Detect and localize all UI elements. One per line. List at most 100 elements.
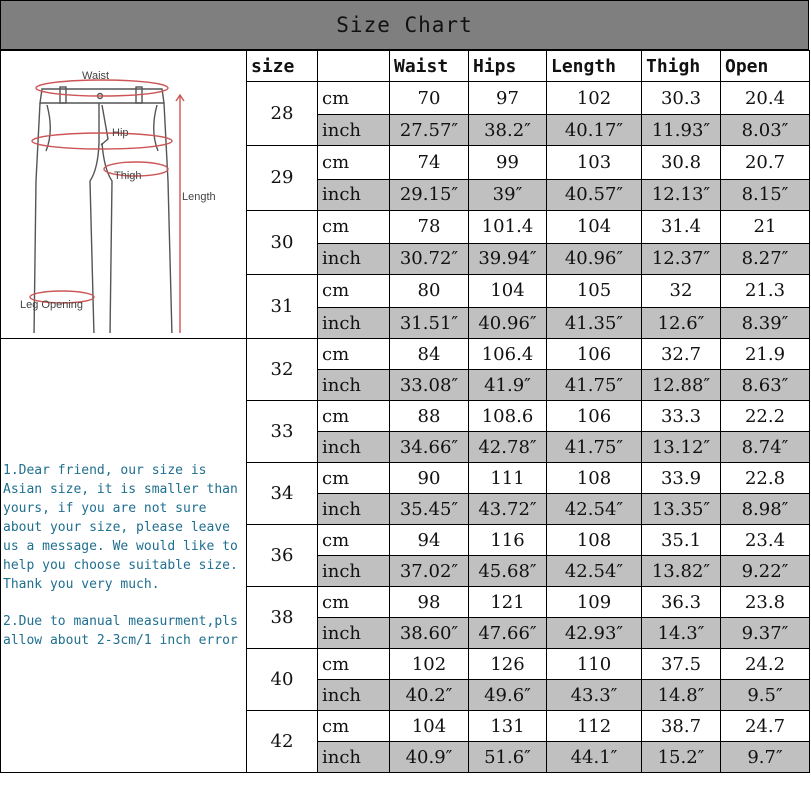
measurement-cell: 40.17″ [546, 114, 642, 147]
measurement-cell: 104 [468, 273, 547, 309]
table-row: 1.Dear friend, our size is Asian size, i… [0, 338, 810, 773]
measurement-cell: 51.6″ [468, 741, 547, 773]
unit-label: inch [317, 178, 390, 211]
measurement-cell: 116 [468, 524, 547, 556]
column-header: Length [546, 50, 642, 82]
measurement-cell: 11.93″ [641, 114, 721, 147]
measurement-cell: 109 [546, 586, 642, 618]
column-header: Hips [468, 50, 547, 82]
measurement-cell: 22.2 [720, 400, 810, 432]
column-header: Open [720, 50, 810, 82]
measurement-cell: 12.37″ [641, 242, 721, 275]
measurement-cell: 39.94″ [468, 242, 547, 275]
measurement-cell: 31.51″ [389, 307, 469, 339]
measurement-cell: 41.75″ [546, 369, 642, 401]
unit-label: inch [317, 114, 390, 147]
measurement-cell: 34.66″ [389, 431, 469, 463]
size-value: 40 [246, 648, 318, 711]
unit-label: inch [317, 493, 390, 525]
measurement-cell: 126 [468, 648, 547, 680]
measurement-cell: 21.9 [720, 338, 810, 370]
measurement-cell: 8.74″ [720, 431, 810, 463]
measurement-cell: 39″ [468, 178, 547, 211]
measurement-cell: 106 [546, 400, 642, 432]
measurement-cell: 111 [468, 462, 547, 494]
measurement-cell: 101.4 [468, 209, 547, 244]
measurement-cell: 8.15″ [720, 178, 810, 211]
size-value: 32 [246, 338, 318, 401]
measurement-cell: 43.72″ [468, 493, 547, 525]
measurement-cell: 35.1 [641, 524, 721, 556]
measurement-cell: 78 [389, 209, 469, 244]
measurement-cell: 9.22″ [720, 555, 810, 587]
measurement-cell: 44.1″ [546, 741, 642, 773]
note-text: 1.Dear friend, our size is Asian size, i… [3, 463, 238, 592]
measurement-cell: 74 [389, 145, 469, 180]
unit-label: cm [317, 462, 390, 494]
unit-label: inch [317, 369, 390, 401]
measurement-cell: 40.57″ [546, 178, 642, 211]
measurement-cell: 49.6″ [468, 679, 547, 711]
size-value: 31 [246, 273, 318, 340]
size-value: 30 [246, 209, 318, 275]
measurement-cell: 37.5 [641, 648, 721, 680]
measurement-cell: 47.66″ [468, 617, 547, 649]
measurement-cell: 29.15″ [389, 178, 469, 211]
measurement-cell: 43.3″ [546, 679, 642, 711]
measurement-cell: 36.3 [641, 586, 721, 618]
measurement-cell: 9.37″ [720, 617, 810, 649]
measurement-cell: 108 [546, 524, 642, 556]
unit-label: inch [317, 679, 390, 711]
measurement-cell: 12.88″ [641, 369, 721, 401]
unit-label: inch [317, 741, 390, 773]
measurement-cell: 12.6″ [641, 307, 721, 339]
measurement-cell: 38.60″ [389, 617, 469, 649]
measurement-cell: 22.8 [720, 462, 810, 494]
measurement-cell: 24.2 [720, 648, 810, 680]
measurement-cell: 105 [546, 273, 642, 309]
measurement-cell: 33.3 [641, 400, 721, 432]
measurement-cell: 24.7 [720, 710, 810, 742]
measurement-cell: 104 [546, 209, 642, 244]
measurement-cell: 41.75″ [546, 431, 642, 463]
header-row: Waist Hip Thigh Length Leg Opening size W… [0, 50, 810, 339]
measurement-cell: 90 [389, 462, 469, 494]
measurement-cell: 8.27″ [720, 242, 810, 275]
measurement-cell: 8.03″ [720, 114, 810, 147]
unit-label: inch [317, 431, 390, 463]
unit-label: cm [317, 400, 390, 432]
unit-label: cm [317, 524, 390, 556]
measurement-cell: 20.7 [720, 145, 810, 180]
measurement-cell: 42.54″ [546, 555, 642, 587]
measurement-cell: 131 [468, 710, 547, 742]
measurement-cell: 21 [720, 209, 810, 244]
measurement-cell: 106.4 [468, 338, 547, 370]
leg-opening-label: Leg Opening [20, 299, 83, 311]
unit-label: cm [317, 273, 390, 309]
measurement-cell: 40.2″ [389, 679, 469, 711]
size-value: 28 [246, 80, 318, 147]
measurement-cell: 45.68″ [468, 555, 547, 587]
measurement-cell: 41.9″ [468, 369, 547, 401]
size-value: 34 [246, 462, 318, 525]
unit-label: inch [317, 617, 390, 649]
measurement-cell: 40.96″ [468, 307, 547, 339]
measurement-cell: 84 [389, 338, 469, 370]
measurement-cell: 27.57″ [389, 114, 469, 147]
unit-label: cm [317, 586, 390, 618]
measurement-cell: 8.63″ [720, 369, 810, 401]
measurement-cell: 104 [389, 710, 469, 742]
unit-label: cm [317, 710, 390, 742]
size-value: 33 [246, 400, 318, 463]
unit-label: inch [317, 242, 390, 275]
measurement-cell: 12.13″ [641, 178, 721, 211]
hip-label: Hip [112, 127, 129, 139]
measurement-cell: 20.4 [720, 80, 810, 116]
measurement-cell: 37.02″ [389, 555, 469, 587]
measurement-cell: 121 [468, 586, 547, 618]
measurement-cell: 13.35″ [641, 493, 721, 525]
measurement-cell: 110 [546, 648, 642, 680]
unit-label: cm [317, 80, 390, 116]
pants-diagram: Waist Hip Thigh Length Leg Opening [20, 70, 215, 337]
unit-label: inch [317, 555, 390, 587]
